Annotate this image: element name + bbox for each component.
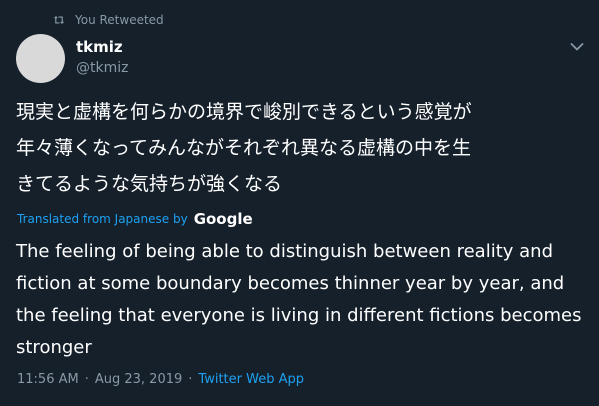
tweet-menu-button[interactable] (568, 40, 586, 54)
translated-from-label: Translated from Japanese by (17, 212, 188, 226)
retweet-indicator: You Retweeted (52, 11, 164, 29)
retweet-icon (53, 15, 65, 25)
meta-separator: · (84, 372, 89, 387)
tweet-text: 現実と虚構を何らかの境界で峻別できるという感覚が 年々薄くなってみんながそれぞれ… (16, 101, 472, 195)
avatar[interactable] (16, 34, 65, 83)
retweet-label: You Retweeted (75, 13, 164, 27)
tweet-meta: 11:56 AM · Aug 23, 2019 · Twitter Web Ap… (17, 372, 304, 387)
author-handle[interactable]: @tkmiz (76, 60, 128, 76)
chevron-down-icon (570, 43, 584, 51)
tweet-date[interactable]: Aug 23, 2019 (95, 372, 182, 387)
tweet-time[interactable]: 11:56 AM (17, 372, 79, 387)
translation-attribution: Translated from Japanese by Google (17, 210, 253, 228)
source-app-link[interactable]: Twitter Web App (198, 372, 304, 387)
google-logo: Google (193, 210, 253, 228)
author-display-name[interactable]: tkmiz (76, 38, 123, 56)
meta-separator-2: · (188, 372, 193, 387)
translated-text: The feeling of being able to distinguish… (16, 241, 582, 358)
